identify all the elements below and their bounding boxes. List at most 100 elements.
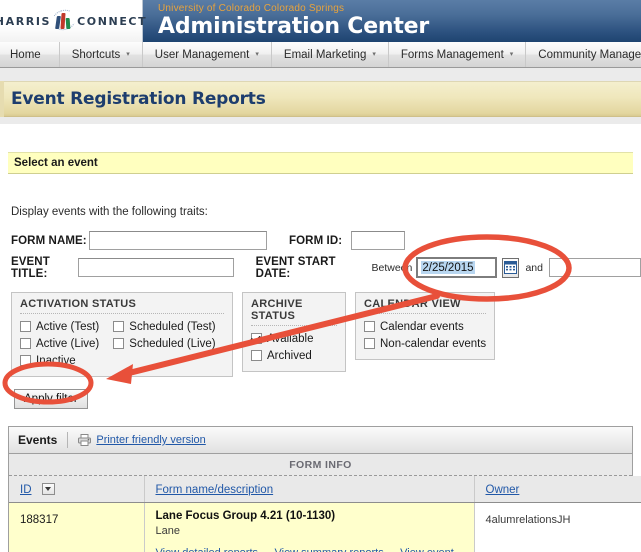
form-row-name: FORM NAME: FORM ID: [11, 227, 641, 254]
column-header-owner[interactable]: Owner [474, 476, 641, 503]
chevron-down-icon: ▾ [372, 51, 376, 58]
checkbox-box[interactable] [113, 338, 125, 349]
checkbox-label: Calendar events [380, 320, 464, 333]
filter-form: FORM NAME: FORM ID: EVENT TITLE: EVENT S… [11, 227, 641, 281]
checkbox-active-test[interactable]: Active (Test) [20, 318, 99, 335]
checkbox-box[interactable] [364, 321, 375, 332]
page-title-banner: Event Registration Reports [0, 81, 641, 117]
printer-friendly-link[interactable]: Printer friendly version [96, 434, 205, 446]
checkbox-box[interactable] [364, 338, 375, 349]
apply-filter-area: Apply filter [14, 389, 641, 409]
printer-icon[interactable] [78, 434, 92, 446]
event-id: 188317 [20, 513, 59, 526]
checkbox-inactive[interactable]: Inactive [20, 352, 99, 369]
logo-swoosh-icon [49, 6, 79, 34]
checkbox-calendar-events[interactable]: Calendar events [364, 318, 486, 335]
cell-form-name: Lane Focus Group 4.21 (10-1130) Lane Vie… [144, 502, 475, 552]
checkbox-box[interactable] [20, 321, 31, 332]
checkbox-label: Active (Test) [36, 320, 100, 333]
calendar-view-title: CALENDAR VIEW [364, 298, 486, 314]
filter-hint-text: Display events with the following traits… [11, 206, 208, 218]
checkbox-active-live[interactable]: Active (Live) [20, 335, 99, 352]
checkbox-box[interactable] [113, 321, 125, 332]
activation-status-group: ACTIVATION STATUS Active (Test) Active (… [11, 292, 233, 377]
date-to-input[interactable] [549, 258, 641, 277]
cell-id: 188317 [9, 502, 145, 552]
checkbox-archived[interactable]: Archived [251, 347, 313, 364]
column-header-owner-label[interactable]: Owner [486, 484, 520, 496]
event-title-label: EVENT TITLE: [11, 255, 50, 280]
nav-item-forms-management[interactable]: Forms Management ▾ [389, 42, 527, 67]
form-name-input[interactable] [89, 231, 267, 250]
tab-events[interactable]: Events [18, 433, 57, 447]
checkbox-box[interactable] [20, 338, 31, 349]
archive-status-group: ARCHIVE STATUS Available Archived [242, 292, 346, 372]
events-tab-bar: Events Printer friendly version [9, 427, 632, 454]
column-header-id-label[interactable]: ID [20, 484, 32, 496]
cell-owner: 4alumrelationsJH [474, 502, 641, 552]
checkbox-label: Inactive [36, 354, 76, 367]
nav-item-user-management[interactable]: User Management ▾ [143, 42, 272, 67]
nav-item-community-management[interactable]: Community Management ▾ [526, 42, 641, 67]
nav-label: Community Management [538, 48, 641, 61]
and-label: and [525, 261, 543, 274]
page-content: Select an event Display events with the … [0, 152, 641, 552]
date-from-input[interactable]: 2/25/2015 [416, 257, 497, 278]
calendar-icon[interactable] [501, 257, 520, 278]
view-detailed-reports-link[interactable]: View detailed reports [156, 547, 259, 552]
event-report-links: View detailed reports View summary repor… [156, 543, 474, 552]
page-title: Event Registration Reports [11, 89, 266, 109]
checkbox-scheduled-test[interactable]: Scheduled (Test) [113, 318, 216, 335]
column-header-form-name[interactable]: Form name/description [144, 476, 475, 503]
brand-header: HARRIS CONNECT University of Colorado Co… [0, 0, 641, 42]
nav-label: User Management [154, 48, 250, 61]
banner-accent [0, 81, 4, 117]
nav-item-home[interactable]: Home [0, 42, 60, 67]
event-owner: 4alumrelationsJH [485, 513, 571, 526]
date-from-value: 2/25/2015 [421, 261, 475, 274]
checkbox-label: Active (Live) [36, 337, 100, 350]
checkbox-label: Scheduled (Test) [129, 320, 216, 333]
event-start-date-label: EVENT START DATE: [255, 255, 336, 280]
form-id-label: FORM ID: [289, 234, 343, 247]
filter-checkbox-groups: ACTIVATION STATUS Active (Test) Active (… [11, 292, 641, 377]
form-info-label: FORM INFO [289, 458, 352, 471]
form-id-input[interactable] [351, 231, 405, 250]
checkbox-label: Archived [267, 349, 312, 362]
tab-divider [67, 432, 69, 448]
events-panel: Events Printer friendly version FORM INF… [8, 426, 641, 552]
checkbox-non-calendar-events[interactable]: Non-calendar events [364, 335, 486, 352]
event-title-input[interactable] [78, 258, 234, 277]
checkbox-available[interactable]: Available [251, 330, 313, 347]
nav-item-email-marketing[interactable]: Email Marketing ▾ [272, 42, 389, 67]
section-heading-label: Select an event [14, 157, 98, 169]
checkbox-box[interactable] [251, 350, 262, 361]
admin-center-page: HARRIS CONNECT University of Colorado Co… [0, 0, 641, 552]
table-header-row: ID Form name/description Owner [9, 476, 641, 503]
archive-status-title: ARCHIVE STATUS [251, 298, 337, 326]
view-summary-reports-link[interactable]: View summary reports [274, 547, 383, 552]
page-title-area: Event Registration Reports [0, 68, 641, 124]
between-label: Between [371, 261, 413, 274]
apply-filter-button[interactable]: Apply filter [14, 389, 88, 409]
events-table: ID Form name/description Owner 188317 La… [9, 476, 641, 552]
harris-connect-logo[interactable]: HARRIS CONNECT [0, 0, 146, 42]
chevron-down-icon: ▾ [509, 51, 514, 58]
nav-item-shortcuts[interactable]: Shortcuts ▾ [60, 42, 143, 67]
sort-dropdown-icon[interactable] [41, 482, 55, 495]
checkbox-scheduled-live[interactable]: Scheduled (Live) [113, 335, 216, 352]
checkbox-box[interactable] [251, 333, 262, 344]
checkbox-box[interactable] [20, 355, 31, 366]
table-row[interactable]: 188317 Lane Focus Group 4.21 (10-1130) L… [9, 502, 641, 552]
column-header-form-name-label[interactable]: Form name/description [156, 484, 274, 496]
nav-label: Email Marketing [283, 48, 367, 61]
event-description: Lane [155, 524, 180, 537]
column-header-id[interactable]: ID [9, 476, 145, 503]
form-row-event-title: EVENT TITLE: EVENT START DATE: Between 2… [11, 254, 641, 281]
select-event-heading: Select an event [8, 152, 633, 174]
checkbox-label: Available [267, 332, 314, 345]
checkbox-label: Non-calendar events [380, 337, 487, 350]
logo-text-harris: HARRIS [0, 14, 52, 28]
chevron-down-icon: ▾ [255, 51, 259, 58]
main-navigation[interactable]: Home Shortcuts ▾ User Management ▾ Email… [0, 42, 641, 68]
